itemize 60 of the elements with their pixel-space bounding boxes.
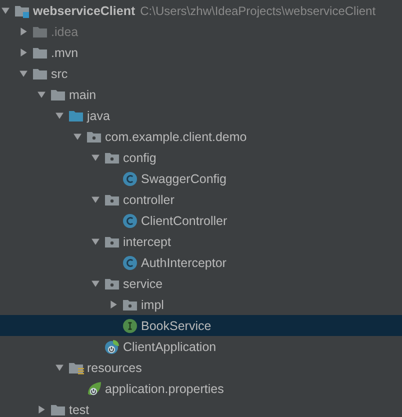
- node-label: resources: [87, 360, 142, 374]
- node-label: java: [87, 108, 110, 122]
- collapse-arrow-icon[interactable]: [90, 279, 100, 288]
- node-label: controller: [123, 192, 174, 206]
- tree-row[interactable]: impl: [0, 294, 402, 315]
- node-label: main: [69, 88, 96, 102]
- tree-row[interactable]: config: [0, 147, 402, 168]
- expand-arrow-icon[interactable]: [36, 405, 46, 414]
- tree-row[interactable]: application.properties: [0, 378, 402, 399]
- tree-row[interactable]: java: [0, 105, 402, 126]
- tree-row[interactable]: BookService: [0, 315, 402, 336]
- tree-row[interactable]: AuthInterceptor: [0, 252, 402, 273]
- node-label: src: [51, 66, 68, 80]
- node-label: AuthInterceptor: [141, 256, 226, 270]
- node-label: .mvn: [51, 46, 78, 60]
- collapse-arrow-icon[interactable]: [54, 363, 64, 372]
- collapse-arrow-icon[interactable]: [90, 195, 100, 204]
- node-label: BookService: [141, 318, 212, 332]
- tree-row[interactable]: main: [0, 84, 402, 105]
- spring-app-icon: [104, 338, 120, 354]
- interface-icon: [122, 318, 138, 334]
- class-icon: [122, 254, 138, 270]
- class-icon: [122, 212, 138, 228]
- collapse-arrow-icon[interactable]: [36, 90, 46, 99]
- tree-row[interactable]: webserviceClient C:\Users\zhw\IdeaProjects\webserviceClient: [0, 0, 402, 21]
- node-label: application.properties: [105, 382, 224, 396]
- node-label: com.example.client.demo: [105, 130, 247, 144]
- expand-arrow-icon[interactable]: [18, 48, 28, 57]
- node-label: intercept: [123, 234, 171, 248]
- collapse-arrow-icon[interactable]: [18, 69, 28, 78]
- collapse-arrow-icon[interactable]: [72, 132, 82, 141]
- collapse-arrow-icon[interactable]: [54, 111, 64, 120]
- node-label: config: [123, 150, 156, 164]
- node-label: webserviceClient: [33, 4, 136, 18]
- expand-arrow-icon[interactable]: [108, 300, 118, 309]
- node-label: impl: [141, 298, 164, 312]
- spring-leaf-icon: [86, 380, 102, 396]
- node-label: SwaggerConfig: [141, 172, 226, 186]
- class-icon: [122, 170, 138, 186]
- tree-row[interactable]: service: [0, 273, 402, 294]
- node-label: test: [69, 402, 90, 416]
- tree-row[interactable]: ClientController: [0, 210, 402, 231]
- tree-row[interactable]: test: [0, 399, 402, 417]
- node-label: ClientController: [141, 214, 228, 228]
- tree-row[interactable]: ClientApplication: [0, 336, 402, 357]
- tree-row[interactable]: resources: [0, 357, 402, 378]
- tree-row[interactable]: intercept: [0, 231, 402, 252]
- project-path: C:\Users\zhw\IdeaProjects\webserviceClient: [140, 4, 376, 18]
- tree-row[interactable]: SwaggerConfig: [0, 168, 402, 189]
- tree-row[interactable]: .mvn: [0, 42, 402, 63]
- tree-row[interactable]: src: [0, 63, 402, 84]
- collapse-arrow-icon[interactable]: [90, 237, 100, 246]
- node-label: ClientApplication: [123, 340, 216, 354]
- collapse-arrow-icon[interactable]: [90, 153, 100, 162]
- node-label: service: [123, 276, 163, 290]
- node-label: .idea: [51, 24, 78, 38]
- tree-row[interactable]: com.example.client.demo: [0, 126, 402, 147]
- expand-arrow-icon[interactable]: [18, 27, 28, 36]
- tree-row[interactable]: controller: [0, 189, 402, 210]
- collapse-arrow-icon[interactable]: [0, 6, 10, 15]
